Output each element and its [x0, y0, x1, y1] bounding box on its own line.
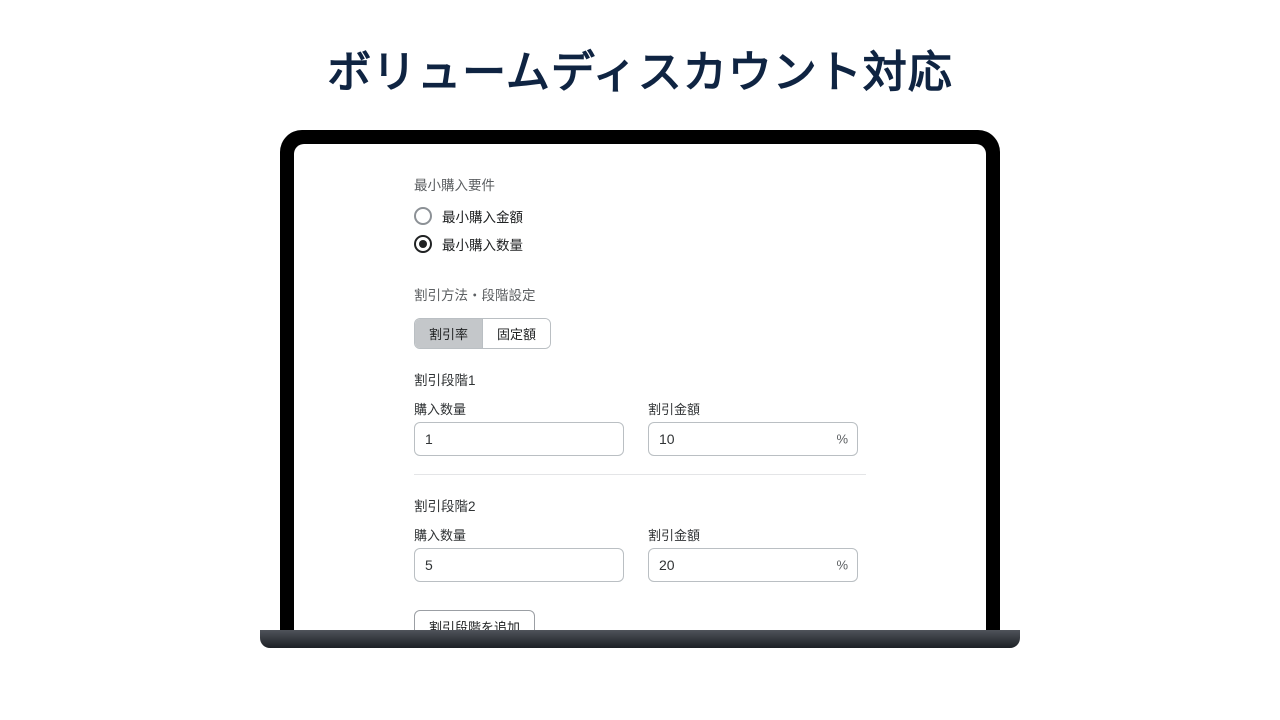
tier-divider: [414, 474, 866, 475]
tier-title: 割引段階2: [414, 495, 866, 515]
quantity-label: 購入数量: [414, 399, 624, 418]
discount-method-segmented: 割引率 固定額: [414, 318, 551, 349]
min-amount-radio-row[interactable]: 最小購入金額: [414, 206, 866, 226]
amount-label: 割引金額: [648, 525, 858, 544]
page-title: ボリュームディスカウント対応: [0, 0, 1280, 100]
quantity-input[interactable]: [414, 422, 624, 456]
amount-input[interactable]: [648, 548, 858, 582]
discount-tier: 割引段階2 購入数量 割引金額 %: [414, 495, 866, 582]
amount-input[interactable]: [648, 422, 858, 456]
discount-tier: 割引段階1 購入数量 割引金額 %: [414, 369, 866, 475]
segment-percent[interactable]: 割引率: [415, 319, 482, 348]
min-quantity-radio-row[interactable]: 最小購入数量: [414, 234, 866, 254]
laptop-frame: 最小購入要件 最小購入金額 最小購入数量 割引方法・段階設定 割引率 固定額 割…: [280, 130, 1000, 630]
min-amount-label: 最小購入金額: [442, 206, 523, 226]
tier-title: 割引段階1: [414, 369, 866, 389]
amount-label: 割引金額: [648, 399, 858, 418]
quantity-input[interactable]: [414, 548, 624, 582]
laptop-base: [260, 630, 1020, 648]
discount-method-heading: 割引方法・段階設定: [414, 284, 866, 304]
radio-icon[interactable]: [414, 207, 432, 225]
quantity-label: 購入数量: [414, 525, 624, 544]
segment-fixed[interactable]: 固定額: [482, 319, 550, 348]
app-screen: 最小購入要件 最小購入金額 最小購入数量 割引方法・段階設定 割引率 固定額 割…: [294, 144, 986, 630]
add-tier-button[interactable]: 割引段階を追加: [414, 610, 535, 630]
min-requirement-heading: 最小購入要件: [414, 174, 866, 194]
radio-icon[interactable]: [414, 235, 432, 253]
min-quantity-label: 最小購入数量: [442, 234, 523, 254]
